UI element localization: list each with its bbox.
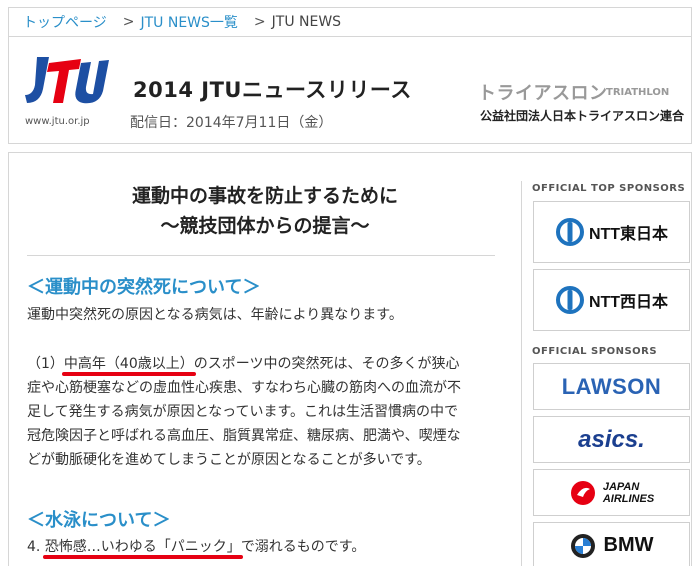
sponsor-sidebar: OFFICIAL TOP SPONSORS NTT東日本 NTT西日本 OFFI…: [521, 181, 693, 566]
article-title: 運動中の事故を防止するために ～競技団体からの提言～: [27, 181, 503, 241]
para-line4: 冠危険因子と呼ばれる高血圧、脂質異常症、糖尿病、肥満や、喫煙な: [27, 428, 461, 444]
release-date: 配信日：2014年7月11日（金）: [130, 115, 333, 131]
breadcrumb-news-list-link[interactable]: JTU NEWS一覧: [140, 12, 237, 32]
jal-label-line2: AIRLINES: [602, 492, 655, 505]
paragraph-middle-aged: （1）中高年（40歳以上）のスポーツ中の突然死は、その多くが狭心 症や心筋梗塞な…: [27, 352, 499, 472]
sponsor-asics[interactable]: asics.: [533, 416, 690, 463]
section-intro: 運動中突然死の原因となる病気は、年齢により異なります。: [27, 307, 403, 323]
triathlon-english: TRIATHLON: [606, 87, 670, 98]
breadcrumb-separator: >: [122, 14, 135, 30]
article-title-line1: 運動中の事故を防止するために: [131, 185, 398, 207]
lawson-label: LAWSON: [561, 373, 662, 399]
breadcrumb-separator: >: [253, 14, 266, 30]
swim-rest: で溺れるものです。: [240, 539, 366, 555]
article-title-line2: ～競技団体からの提言～: [160, 215, 370, 237]
breadcrumb: トップページ > JTU NEWS一覧 > JTU NEWS: [8, 7, 692, 36]
para-line3: 足して発生する病気が原因となっています。これは生活習慣病の中で: [27, 404, 459, 420]
para-line1-rest: のスポーツ中の突然死は、その多くが狭心: [193, 356, 460, 372]
ntt-logo-icon: [555, 218, 584, 246]
title-divider: [27, 255, 495, 256]
triathlon-japanese: トライアスロン: [478, 83, 608, 104]
section-heading-swimming: ＜水泳について＞: [27, 510, 171, 531]
jal-crane-icon: [570, 480, 595, 505]
para-prefix: （1）: [27, 356, 64, 372]
breadcrumb-top-link[interactable]: トップページ: [23, 12, 107, 32]
release-header: www.jtu.or.jp 2014 JTUニュースリリース 配信日：2014年…: [8, 36, 692, 144]
jtu-logo-icon[interactable]: [23, 51, 113, 111]
ntt-west-label: NTT西日本: [588, 294, 669, 311]
sponsor-ntt-west[interactable]: NTT西日本: [533, 269, 690, 331]
asics-label: asics.: [578, 425, 645, 453]
release-title: 2014 JTUニュースリリース: [133, 78, 412, 102]
para-line2: 症や心筋梗塞などの虚血性心疾患、すなわち心臓の筋肉への血流が不: [27, 380, 461, 396]
sponsor-lawson[interactable]: LAWSON: [533, 363, 690, 410]
jal-label-line1: JAPAN: [602, 480, 640, 493]
federation-name: 公益社団法人日本トライアスロン連合: [480, 109, 685, 123]
bmw-roundel-icon: [570, 533, 595, 558]
section-heading-sudden-death: ＜運動中の突然死について＞: [27, 277, 261, 298]
main-content: 運動中の事故を防止するために ～競技団体からの提言～ ＜運動中の突然死について＞…: [8, 152, 692, 566]
logo-url: www.jtu.or.jp: [25, 116, 90, 127]
ntt-logo-icon: [555, 286, 584, 314]
sponsor-bmw[interactable]: BMW: [533, 522, 690, 566]
top-sponsors-label: OFFICIAL TOP SPONSORS: [532, 183, 686, 194]
swim-prefix: 4.: [27, 539, 45, 555]
sponsor-jal[interactable]: JAPAN AIRLINES: [533, 469, 690, 516]
highlight-middle-aged: 中高年（40歳以上）: [63, 356, 194, 372]
sponsor-ntt-east[interactable]: NTT東日本: [533, 201, 690, 263]
highlight-panic: 恐怖感…いわゆる「パニック」: [44, 539, 241, 555]
swim-item: 4. 恐怖感…いわゆる「パニック」で溺れるものです。: [27, 535, 499, 559]
bmw-label: BMW: [603, 534, 654, 556]
breadcrumb-current: JTU NEWS: [271, 14, 342, 30]
ntt-east-label: NTT東日本: [588, 226, 669, 243]
para-line5: どが動脈硬化を進めてしまうことが原因となることが多いです。: [27, 452, 431, 468]
official-sponsors-label: OFFICIAL SPONSORS: [532, 346, 658, 357]
